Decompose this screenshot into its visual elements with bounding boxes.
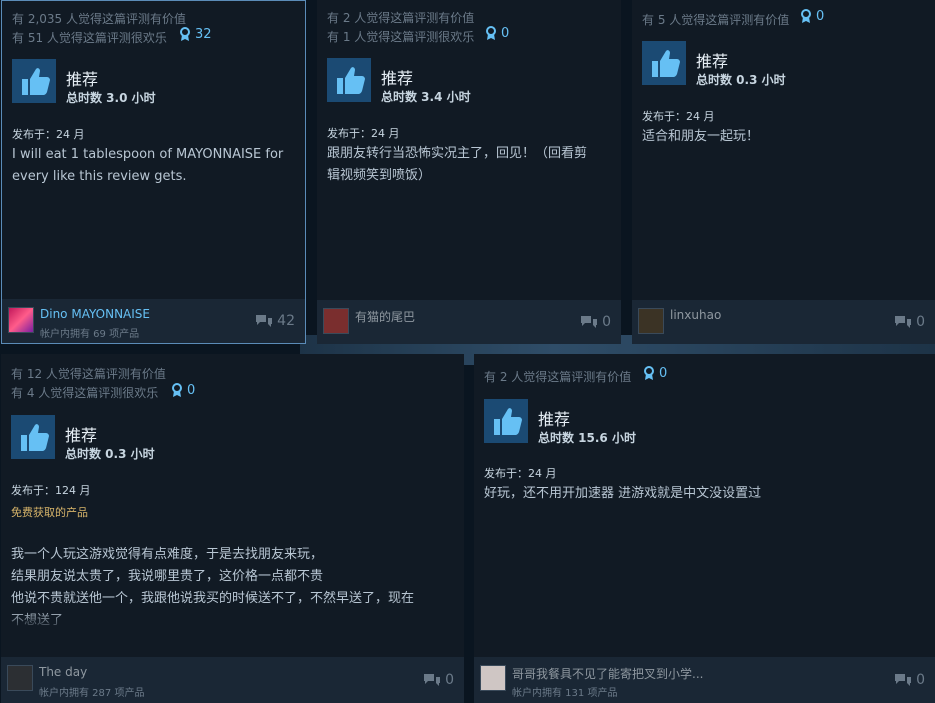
avatar[interactable] bbox=[7, 665, 33, 691]
comment-bubbles-icon bbox=[895, 316, 912, 328]
hours-played: 总时数 15.6 小时 bbox=[538, 431, 636, 445]
thumbs-up-icon bbox=[327, 58, 371, 102]
review-card[interactable]: 有 2,035 人觉得这篇评测有价值 有 51 人觉得这篇评测很欢乐 32 推荐… bbox=[1, 0, 306, 344]
review-line: 跟朋友转行当恐怖实况主了，回见！（回看剪 bbox=[327, 146, 588, 161]
author-name[interactable]: Dino MAYONNAISE bbox=[40, 307, 150, 321]
hours-played: 总时数 3.0 小时 bbox=[66, 91, 156, 105]
review-line: 辑视频笑到喷饭） bbox=[327, 168, 432, 183]
review-line: 适合和朋友一起玩！ bbox=[642, 129, 760, 144]
award-count[interactable]: 0 bbox=[643, 366, 667, 381]
review-footer: The day 帐户内拥有 287 项产品 0 bbox=[1, 657, 464, 703]
posted-date: 发布于：24 月 bbox=[12, 128, 85, 141]
thumbs-up-icon bbox=[484, 399, 528, 443]
posted-date: 发布于：24 月 bbox=[327, 127, 400, 140]
award-count[interactable]: 0 bbox=[485, 26, 509, 41]
review-line: 我一个人玩这游戏觉得有点难度，于是去找朋友来玩， bbox=[11, 547, 324, 562]
review-line: 不想送了 bbox=[11, 613, 64, 628]
comment-count[interactable]: 42 bbox=[255, 313, 295, 329]
verdict-label: 推荐 bbox=[696, 52, 729, 71]
products-owned: 帐户内拥有 69 项产品 bbox=[40, 329, 140, 340]
award-ribbon-icon bbox=[486, 26, 496, 40]
review-body: 适合和朋友一起玩！ bbox=[642, 126, 759, 148]
review-body: 我一个人玩这游戏觉得有点难度，于是去找朋友来玩， 结果朋友说太贵了，我说哪里贵了… bbox=[11, 544, 414, 632]
hours-played: 总时数 3.4 小时 bbox=[381, 90, 471, 104]
thumbs-up-icon bbox=[12, 59, 56, 103]
avatar[interactable] bbox=[638, 308, 664, 334]
comment-count[interactable]: 0 bbox=[423, 672, 454, 688]
author-name[interactable]: 哥哥我餐具不见了能寄把叉到小学... bbox=[512, 665, 703, 682]
review-line: 结果朋友说太贵了，我说哪里贵了，这价格一点都不贵 bbox=[11, 569, 324, 584]
review-body: 跟朋友转行当恐怖实况主了，回见！（回看剪 辑视频笑到喷饭） bbox=[327, 143, 587, 187]
thumbs-up-icon bbox=[642, 41, 686, 85]
verdict-label: 推荐 bbox=[381, 69, 414, 88]
free-product-label: 免费获取的产品 bbox=[11, 506, 88, 519]
helpful-count: 有 2 人觉得这篇评测有价值 bbox=[484, 370, 632, 384]
posted-date: 发布于：24 月 bbox=[642, 110, 715, 123]
helpful-count: 有 12 人觉得这篇评测有价值 bbox=[11, 367, 166, 381]
comment-bubbles-icon bbox=[895, 674, 912, 686]
award-ribbon-icon bbox=[644, 366, 654, 380]
comment-count[interactable]: 0 bbox=[894, 314, 925, 330]
comment-bubbles-icon bbox=[256, 315, 273, 327]
review-line: I will eat 1 tablespoon of MAYONNAISE fo… bbox=[12, 147, 284, 162]
helpful-count: 有 2 人觉得这篇评测有价值 bbox=[327, 11, 475, 25]
helpful-count: 有 2,035 人觉得这篇评测有价值 bbox=[12, 12, 186, 26]
award-ribbon-icon bbox=[180, 27, 190, 41]
funny-count: 有 51 人觉得这篇评测很欢乐 bbox=[12, 31, 167, 45]
review-footer: 有猫的尾巴 0 bbox=[317, 300, 621, 344]
hours-played: 总时数 0.3 小时 bbox=[696, 73, 786, 87]
review-footer: Dino MAYONNAISE 帐户内拥有 69 项产品 42 bbox=[2, 299, 305, 343]
review-footer: 哥哥我餐具不见了能寄把叉到小学... 帐户内拥有 131 项产品 0 bbox=[474, 657, 935, 703]
review-line: 他说不贵就送他一个，我跟他说我买的时候送不了，不然早送了，现在 bbox=[11, 591, 415, 606]
review-card[interactable]: 有 12 人觉得这篇评测有价值 有 4 人觉得这篇评测很欢乐 0 推荐 总时数 … bbox=[1, 354, 464, 703]
verdict-label: 推荐 bbox=[65, 426, 98, 445]
author-name[interactable]: linxuhao bbox=[670, 308, 721, 322]
hours-played: 总时数 0.3 小时 bbox=[65, 447, 155, 461]
comment-bubbles-icon bbox=[581, 316, 598, 328]
comment-count[interactable]: 0 bbox=[894, 672, 925, 688]
helpful-count: 有 5 人觉得这篇评测有价值 bbox=[642, 13, 790, 27]
avatar[interactable] bbox=[323, 308, 349, 334]
author-name[interactable]: 有猫的尾巴 bbox=[355, 308, 415, 325]
review-body: 好玩，还不用开加速器 进游戏就是中文没设置过 bbox=[484, 483, 761, 505]
products-owned: 帐户内拥有 131 项产品 bbox=[512, 688, 618, 699]
funny-count: 有 1 人觉得这篇评测很欢乐 bbox=[327, 30, 475, 44]
products-owned: 帐户内拥有 287 项产品 bbox=[39, 688, 145, 699]
comment-count[interactable]: 0 bbox=[580, 314, 611, 330]
verdict-label: 推荐 bbox=[66, 70, 99, 89]
avatar[interactable] bbox=[480, 665, 506, 691]
award-count[interactable]: 32 bbox=[179, 27, 212, 42]
funny-count: 有 4 人觉得这篇评测很欢乐 bbox=[11, 386, 159, 400]
review-card[interactable]: 有 2 人觉得这篇评测有价值 有 1 人觉得这篇评测很欢乐 0 推荐 总时数 3… bbox=[317, 0, 621, 344]
review-line: every like this review gets. bbox=[12, 169, 187, 184]
review-card[interactable]: 有 5 人觉得这篇评测有价值 0 推荐 总时数 0.3 小时 发布于：24 月 … bbox=[632, 0, 935, 344]
comment-bubbles-icon bbox=[424, 674, 441, 686]
posted-date: 发布于：124 月 bbox=[11, 484, 91, 497]
award-ribbon-icon bbox=[801, 9, 811, 23]
avatar[interactable] bbox=[8, 307, 34, 333]
review-body: I will eat 1 tablespoon of MAYONNAISE fo… bbox=[12, 144, 283, 188]
author-name[interactable]: The day bbox=[39, 665, 87, 679]
award-ribbon-icon bbox=[172, 383, 182, 397]
award-count[interactable]: 0 bbox=[800, 9, 824, 24]
review-line: 好玩，还不用开加速器 进游戏就是中文没设置过 bbox=[484, 486, 762, 501]
review-footer: linxuhao 0 bbox=[632, 300, 935, 344]
award-count[interactable]: 0 bbox=[171, 383, 195, 398]
thumbs-up-icon bbox=[11, 415, 55, 459]
review-card[interactable]: 有 2 人觉得这篇评测有价值 0 推荐 总时数 15.6 小时 发布于：24 月… bbox=[474, 354, 935, 703]
verdict-label: 推荐 bbox=[538, 410, 571, 429]
posted-date: 发布于：24 月 bbox=[484, 467, 557, 480]
